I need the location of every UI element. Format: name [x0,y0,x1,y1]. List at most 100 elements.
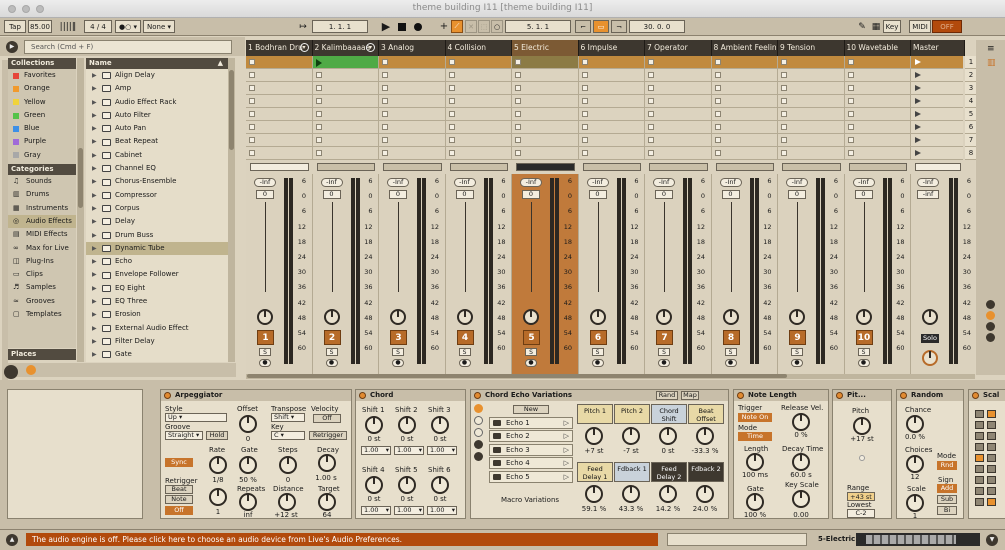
clip-slot-button-icon[interactable] [648,59,654,65]
clip-slot-button-icon[interactable] [249,111,255,117]
rack-view-icon[interactable] [474,452,483,461]
clip-slot[interactable] [312,121,379,134]
track-header[interactable]: 9 Tension [778,40,845,56]
scale-grid-cell[interactable] [987,454,996,462]
clip-slot-button-icon[interactable] [714,72,721,78]
category-item[interactable]: ♬ Samples [8,281,76,294]
volume-readout[interactable]: -Inf [387,178,409,187]
clip-slot-button-icon[interactable] [249,150,255,156]
clip-slot-button-icon[interactable] [648,72,654,78]
track-header[interactable]: 3 Analog [379,40,446,56]
track-fold-icon[interactable]: ▾ [366,43,375,52]
clip-slot[interactable] [844,69,911,82]
quantize-select[interactable]: None ▾ [143,20,175,33]
solo-button[interactable]: S [458,348,471,356]
solo-button[interactable]: S [325,348,338,356]
clip-slot[interactable] [445,95,512,108]
chain-camera-icon[interactable] [493,433,501,440]
clip-stop-button[interactable] [250,163,309,171]
clip-slot-button-icon[interactable] [382,98,388,104]
browser-item[interactable]: ▶ Auto Pan [86,122,228,135]
new-variation-button[interactable]: New [513,405,549,414]
scale-grid-cell[interactable] [975,454,984,462]
capture-icon[interactable]: ⬚ [478,20,490,33]
nudge-icon[interactable]: ||||‖ [55,20,81,33]
re-enable-automation-icon[interactable]: ✕ [465,20,477,33]
clip-slot[interactable] [778,69,845,82]
clip-slot-button-icon[interactable] [515,98,521,104]
expand-arrow-icon[interactable]: ▶ [92,202,98,215]
clip-slot[interactable] [711,95,778,108]
clip-slot-button-icon[interactable] [581,150,588,156]
pan-readout[interactable]: 0 [721,190,740,199]
browser-item[interactable]: ▶ Compressor [86,189,228,202]
session-record-icon[interactable]: ○ [491,20,503,33]
pan-knob[interactable] [656,309,672,325]
track-header[interactable]: 6 Impulse [578,40,645,56]
clip-slot[interactable] [512,108,579,121]
macro-knob[interactable] [585,427,603,445]
offset-knob[interactable] [239,415,257,433]
macro-knob[interactable] [659,485,677,503]
clip-slot-button-icon[interactable] [714,111,721,117]
browser-item[interactable]: ▶ Filter Delay [86,335,228,348]
expand-arrow-icon[interactable]: ▶ [92,96,98,109]
clip-slot[interactable] [512,56,579,69]
shift-velocity-field[interactable]: 1.00 ▾ [427,446,457,455]
pan-knob[interactable] [257,309,273,325]
clip-slot-button-icon[interactable] [847,85,854,91]
scene-launch[interactable] [911,56,963,69]
clip-slot-button-icon[interactable] [515,111,521,117]
clip-slot-button-icon[interactable] [448,72,455,78]
clip-slot-button-icon[interactable] [515,59,521,65]
solo-button[interactable]: S [724,348,737,356]
clip-slot[interactable] [512,121,579,134]
clip-slot[interactable] [844,82,911,95]
scale-grid-cell[interactable] [975,443,984,451]
clip-slot-button-icon[interactable] [581,124,588,130]
track-activator-button[interactable]: 7 [656,330,673,345]
clip-slot[interactable] [778,82,845,95]
gate-knob[interactable] [239,456,257,474]
play-icon[interactable]: ▶ [380,20,392,33]
loop-length-field[interactable]: 30. 0. 0 [629,20,685,33]
shift-velocity-field[interactable]: 1.00 ▾ [427,506,457,515]
clip-slot-button-icon[interactable] [581,72,588,78]
volume-fader[interactable] [730,202,732,292]
category-item[interactable]: ◎ Audio Effects [8,214,76,229]
browser-item[interactable]: ▶ Auto Filter [86,109,228,122]
clip-slot[interactable] [379,147,446,160]
rate-knob[interactable] [209,456,227,474]
browser-item[interactable]: ▶ Echo [86,255,228,268]
clip-slot-button-icon[interactable] [781,72,787,78]
metronome-button[interactable]: ●○ ▾ [115,20,141,33]
clip-slot[interactable] [645,134,712,147]
device-on-icon[interactable] [359,392,366,399]
expand-arrow-icon[interactable]: ▶ [92,122,98,135]
browser-item[interactable]: ▶ Amp [86,82,228,95]
show-devices-icon[interactable] [474,440,483,449]
clip-slot[interactable] [445,147,512,160]
expand-arrow-icon[interactable]: ▶ [92,135,98,148]
solo-button[interactable]: S [591,348,604,356]
search-input[interactable]: Search (Cmd + F) [24,40,232,54]
pan-readout[interactable]: 0 [854,190,873,199]
midi-map-button[interactable]: MIDI [909,20,931,33]
track-header[interactable]: 8 Ambient Feelin [711,40,778,56]
clip-slot[interactable] [246,95,313,108]
mode-time-button[interactable]: Time [738,432,772,441]
clip-slot-button-icon[interactable] [714,137,721,143]
chain-launch-icon[interactable]: ▷ [564,458,569,468]
volume-readout[interactable]: -Inf [786,178,808,187]
clip-slot[interactable] [312,134,379,147]
clip-slot[interactable] [445,69,512,82]
groove-pool-icon[interactable] [4,365,18,379]
clip-slot[interactable] [645,95,712,108]
pan-readout[interactable]: 0 [322,190,341,199]
retrigger-beat-button[interactable]: Beat [165,485,193,494]
rand-button[interactable]: Rand [656,391,678,400]
scale-grid-cell[interactable] [987,421,996,429]
map-button[interactable]: Map [681,391,699,400]
clip-stop-button[interactable] [582,163,641,171]
volume-readout[interactable]: -Inf [520,178,542,187]
